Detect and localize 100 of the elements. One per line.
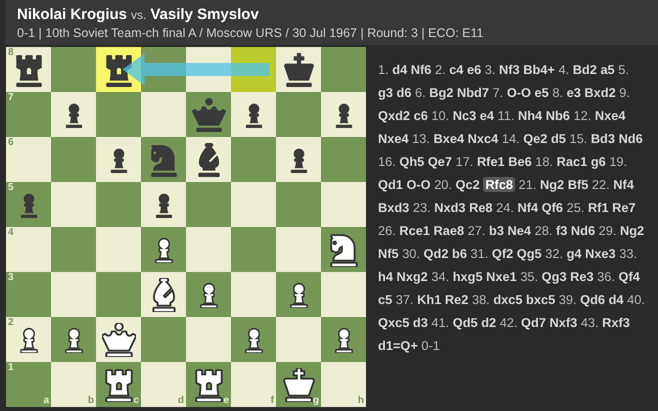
move-link[interactable]: hxg5 (452, 269, 483, 284)
move-link[interactable]: d1=Q+ (378, 338, 418, 353)
board-square[interactable] (141, 182, 186, 227)
king-icon[interactable] (282, 52, 316, 86)
move-link[interactable]: Qe7 (428, 154, 452, 169)
board-square[interactable] (141, 272, 186, 317)
board-square[interactable] (276, 137, 321, 182)
move-link[interactable]: Re3 (570, 269, 594, 284)
move-link[interactable]: d5 (550, 131, 566, 146)
move-link[interactable]: Qxd2 (378, 108, 410, 123)
move-link[interactable]: Nxe1 (486, 269, 517, 284)
move-link[interactable]: Qd1 (378, 177, 403, 192)
move-link[interactable]: Nxf3 (550, 315, 578, 330)
move-link[interactable]: Nh4 (518, 108, 542, 123)
move-link[interactable]: Nbd7 (457, 85, 489, 100)
board-square[interactable] (51, 317, 96, 362)
move-link[interactable]: Re2 (444, 292, 468, 307)
move-link[interactable]: b3 (489, 223, 504, 238)
board-square[interactable] (321, 92, 366, 137)
move-link[interactable]: Bxd3 (378, 200, 410, 215)
move-link[interactable]: c6 (414, 108, 428, 123)
move-link[interactable]: f3 (556, 223, 568, 238)
move-link[interactable]: Nxe4 (594, 108, 626, 123)
move-link[interactable]: Nf5 (378, 246, 399, 261)
move-link[interactable]: Qd2 (424, 246, 448, 261)
move-link[interactable]: Nxd3 (434, 200, 466, 215)
board-square[interactable] (231, 92, 276, 137)
move-link[interactable]: Bb4+ (523, 62, 555, 77)
move-link[interactable]: Qf6 (542, 200, 564, 215)
move-link[interactable]: Bf5 (568, 177, 588, 192)
move-link[interactable]: Nf6 (410, 62, 432, 77)
move-link[interactable]: Re7 (612, 200, 636, 215)
move-link[interactable]: Rce1 (399, 223, 430, 238)
move-link[interactable]: Nd6 (618, 131, 643, 146)
move-link[interactable]: Bd3 (590, 131, 615, 146)
move-link[interactable]: g6 (590, 154, 606, 169)
move-link[interactable]: Kh1 (417, 292, 442, 307)
move-link[interactable]: O-O (506, 85, 531, 100)
move-link[interactable]: Bxd2 (584, 85, 616, 100)
queen-icon[interactable] (102, 322, 136, 356)
board-square[interactable] (96, 317, 141, 362)
board-square[interactable] (141, 227, 186, 272)
move-link[interactable]: d4 (392, 62, 408, 77)
board-square[interactable] (276, 47, 321, 92)
move-link[interactable]: Qxc5 (378, 315, 410, 330)
move-link[interactable]: d2 (481, 315, 496, 330)
move-link[interactable]: Rxf3 (602, 315, 630, 330)
move-link[interactable]: Ng2 (620, 223, 644, 238)
move-link[interactable]: bxc5 (526, 292, 556, 307)
move-link[interactable]: dxc5 (493, 292, 522, 307)
move-link[interactable]: Ne4 (508, 223, 532, 238)
board-square[interactable] (321, 227, 366, 272)
move-link[interactable]: Qf2 (492, 246, 514, 261)
move-link[interactable]: Nxc4 (468, 131, 498, 146)
move-link[interactable]: g4 (566, 246, 582, 261)
move-link[interactable]: Nxe4 (378, 131, 409, 146)
move-link[interactable]: d4 (608, 292, 624, 307)
move-link[interactable]: b6 (452, 246, 467, 261)
move-link[interactable]: Qg3 (542, 269, 567, 284)
board-square[interactable] (96, 137, 141, 182)
move-link[interactable]: Qh5 (399, 154, 424, 169)
move-link[interactable]: Qd7 (521, 315, 546, 330)
move-link[interactable]: Nxg2 (396, 269, 428, 284)
board-square[interactable] (231, 317, 276, 362)
move-link[interactable]: Re8 (469, 200, 493, 215)
move-link[interactable]: Nd6 (570, 223, 596, 238)
move-link[interactable]: Bd2 (572, 62, 597, 77)
move-link[interactable]: e5 (534, 85, 549, 100)
move-link[interactable]: Qc2 (456, 177, 480, 192)
move-link[interactable]: Rfc8 (483, 177, 516, 192)
move-link[interactable]: c5 (378, 292, 392, 307)
move-link[interactable]: Nf3 (499, 62, 520, 77)
move-link[interactable]: Bxe4 (434, 131, 464, 146)
move-link[interactable]: Be6 (508, 154, 532, 169)
move-link[interactable]: d3 (412, 315, 428, 330)
move-link[interactable]: Qd5 (452, 315, 478, 330)
move-link[interactable]: e6 (466, 62, 482, 77)
move-link[interactable]: Nf4 (613, 177, 634, 192)
board-square[interactable] (186, 272, 231, 317)
move-link[interactable]: Rac1 (556, 154, 588, 169)
move-link[interactable]: Qf4 (618, 269, 640, 284)
move-link[interactable]: c4 (449, 62, 464, 77)
board-square[interactable] (51, 92, 96, 137)
move-link[interactable]: Rf1 (588, 200, 609, 215)
move-link[interactable]: Rfe1 (476, 154, 505, 169)
move-link[interactable]: Qg5 (516, 246, 542, 261)
move-link[interactable]: e3 (566, 85, 581, 100)
move-link[interactable]: a5 (600, 62, 615, 77)
move-link[interactable]: d6 (396, 85, 412, 100)
move-link[interactable]: h4 (378, 269, 393, 284)
move-link[interactable]: Nc3 (452, 108, 476, 123)
board-square[interactable] (276, 272, 321, 317)
move-link[interactable]: e4 (480, 108, 494, 123)
move-link[interactable]: Qd6 (580, 292, 606, 307)
move-link[interactable]: Qe2 (523, 131, 548, 146)
move-link[interactable]: Rae8 (434, 223, 464, 238)
move-link[interactable]: g3 (378, 85, 393, 100)
board-square[interactable] (321, 317, 366, 362)
move-link[interactable]: Nb6 (546, 108, 570, 123)
board-square[interactable] (186, 137, 231, 182)
